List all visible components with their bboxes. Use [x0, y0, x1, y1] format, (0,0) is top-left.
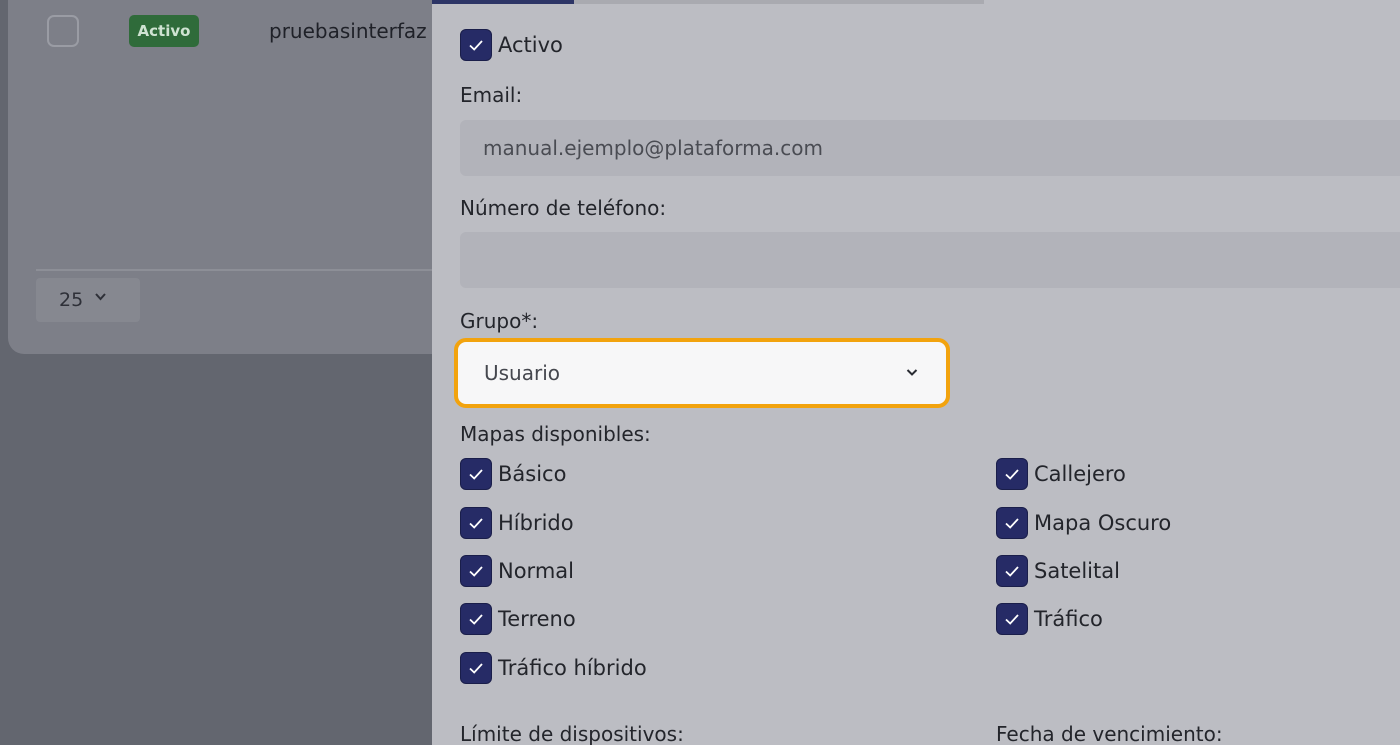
map-option-callejero[interactable]: Callejero: [996, 458, 1126, 490]
map-option-label: Híbrido: [498, 511, 574, 535]
email-field[interactable]: [460, 120, 1400, 176]
checkbox-checked-icon[interactable]: [996, 458, 1028, 490]
map-option-hibrido[interactable]: Híbrido: [460, 507, 574, 539]
checkbox-checked-icon[interactable]: [460, 652, 492, 684]
page-size-value: 25: [59, 289, 84, 311]
checkbox-checked-icon[interactable]: [996, 555, 1028, 587]
map-option-label: Callejero: [1034, 462, 1126, 486]
checkbox-checked-icon[interactable]: [460, 507, 492, 539]
checkbox-checked-icon[interactable]: [460, 603, 492, 635]
checkbox-checked-icon[interactable]: [996, 507, 1028, 539]
email-label: Email:: [460, 83, 523, 107]
active-tab-indicator: [432, 0, 574, 4]
map-option-label: Terreno: [498, 607, 576, 631]
checkbox-checked-icon[interactable]: [460, 29, 492, 61]
device-limit-label: Límite de dispositivos:: [460, 722, 684, 745]
phone-label: Número de teléfono:: [460, 196, 667, 220]
phone-field[interactable]: [460, 232, 1400, 288]
group-select-value: Usuario: [484, 361, 561, 385]
row-select-checkbox[interactable]: [47, 15, 79, 47]
map-option-normal[interactable]: Normal: [460, 555, 574, 587]
map-option-label: Básico: [498, 462, 567, 486]
page-size-select[interactable]: 25: [36, 278, 140, 322]
active-checkbox-row[interactable]: Activo: [460, 29, 563, 61]
table-divider: [36, 269, 448, 271]
expiry-date-label: Fecha de vencimiento:: [996, 722, 1223, 745]
maps-label: Mapas disponibles:: [460, 422, 651, 446]
active-label: Activo: [498, 33, 563, 57]
checkbox-checked-icon[interactable]: [460, 458, 492, 490]
map-option-trafico-hibrido[interactable]: Tráfico híbrido: [460, 652, 647, 684]
map-option-label: Mapa Oscuro: [1034, 511, 1172, 535]
group-label: Grupo*:: [460, 309, 539, 333]
map-option-mapa-oscuro[interactable]: Mapa Oscuro: [996, 507, 1171, 539]
group-select[interactable]: Usuario: [454, 338, 950, 408]
checkbox-checked-icon[interactable]: [460, 555, 492, 587]
map-option-label: Tráfico: [1034, 607, 1103, 631]
chevron-down-icon: [95, 290, 106, 305]
row-username[interactable]: pruebasinterfaz: [269, 15, 427, 47]
checkbox-checked-icon[interactable]: [996, 603, 1028, 635]
map-option-label: Tráfico híbrido: [498, 656, 647, 680]
map-option-terreno[interactable]: Terreno: [460, 603, 576, 635]
chevron-down-icon: [904, 361, 920, 385]
drawer-tab-bar: [432, 0, 984, 4]
map-option-label: Normal: [498, 559, 574, 583]
status-badge: Activo: [129, 15, 199, 47]
map-option-trafico[interactable]: Tráfico: [996, 603, 1103, 635]
user-edit-drawer: Activo Email: Número de teléfono: Grupo*…: [432, 0, 1400, 745]
map-option-label: Satelital: [1034, 559, 1120, 583]
map-option-satelital[interactable]: Satelital: [996, 555, 1120, 587]
map-option-basico[interactable]: Básico: [460, 458, 566, 490]
